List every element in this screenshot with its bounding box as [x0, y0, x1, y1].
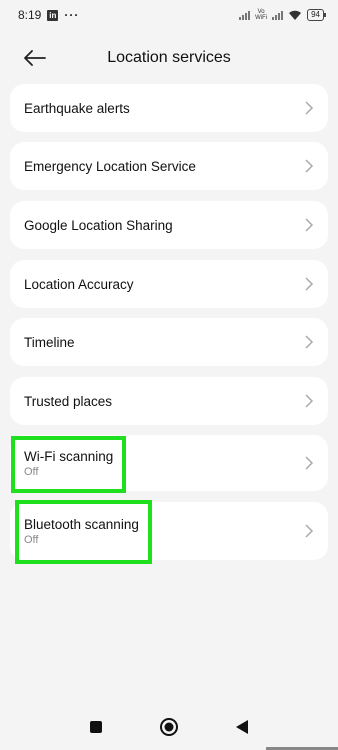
item-status: Off: [24, 533, 39, 546]
chevron-right-icon: [305, 394, 314, 408]
status-time: 8:19: [18, 8, 42, 22]
item-label: Google Location Sharing: [24, 217, 173, 233]
item-label: Emergency Location Service: [24, 158, 196, 174]
chevron-right-icon: [305, 159, 314, 173]
chevron-right-icon: [305, 101, 314, 115]
more-notifications-icon: ···: [64, 8, 80, 22]
item-location-accuracy[interactable]: Location Accuracy: [10, 260, 328, 308]
chevron-right-icon: [305, 335, 314, 349]
item-label: Bluetooth scanning: [24, 516, 139, 532]
signal-icon-1: [239, 10, 251, 20]
chevron-right-icon: [305, 218, 314, 232]
item-trusted-places[interactable]: Trusted places: [10, 377, 328, 425]
battery-icon: 94: [307, 9, 326, 21]
item-timeline[interactable]: Timeline: [10, 318, 328, 366]
item-label: Trusted places: [24, 393, 113, 409]
triangle-back-icon: [236, 720, 248, 734]
item-label: Wi-Fi scanning: [24, 448, 114, 464]
item-emergency-location-service[interactable]: Emergency Location Service: [10, 142, 328, 190]
navigation-bar: [0, 704, 338, 750]
circle-icon: [160, 718, 178, 736]
status-bar: 8:19 in ··· Vo WiFi 94: [0, 0, 338, 30]
item-label: Location Accuracy: [24, 276, 134, 292]
item-google-location-sharing[interactable]: Google Location Sharing: [10, 201, 328, 249]
home-button[interactable]: [159, 717, 179, 737]
item-bluetooth-scanning[interactable]: Bluetooth scanning Off: [10, 502, 328, 560]
signal-icon-2: [272, 10, 284, 20]
square-icon: [90, 721, 102, 733]
chevron-right-icon: [305, 456, 314, 470]
linkedin-icon: in: [47, 9, 59, 21]
header: Location services: [0, 38, 338, 78]
vowifi-icon: Vo WiFi: [255, 9, 267, 21]
chevron-right-icon: [305, 277, 314, 291]
nav-back-button[interactable]: [235, 719, 249, 735]
item-status: Off: [24, 465, 39, 478]
wifi-icon: [289, 10, 302, 20]
recents-button[interactable]: [89, 720, 103, 734]
vowifi-bottom: WiFi: [255, 15, 268, 21]
item-label: Earthquake alerts: [24, 100, 130, 116]
item-wifi-scanning[interactable]: Wi-Fi scanning Off: [10, 435, 328, 491]
item-earthquake-alerts[interactable]: Earthquake alerts: [10, 84, 328, 132]
chevron-right-icon: [305, 524, 314, 538]
item-label: Timeline: [24, 334, 75, 350]
page-title: Location services: [107, 49, 231, 66]
status-left: 8:19 in ···: [18, 8, 79, 22]
status-right: Vo WiFi 94: [239, 9, 326, 21]
